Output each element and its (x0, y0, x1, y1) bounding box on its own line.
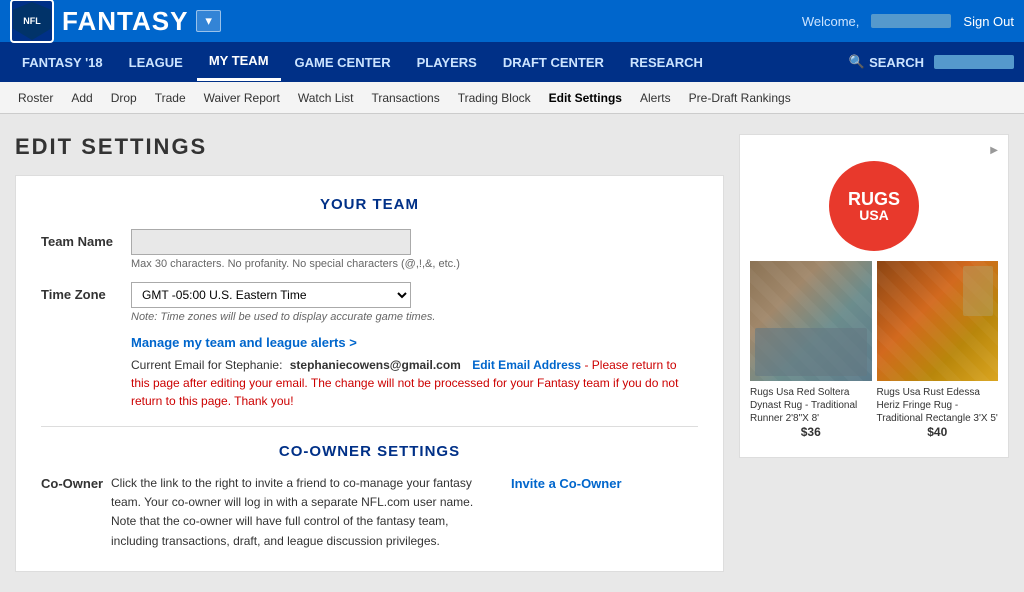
sub-nav-edit-settings[interactable]: Edit Settings (541, 87, 630, 109)
manage-alerts-link[interactable]: Manage my team and league alerts > (131, 335, 357, 350)
sign-out-link[interactable]: Sign Out (963, 14, 1014, 29)
nav-bar: FANTASY '18 LEAGUE MY TEAM GAME CENTER P… (0, 42, 1024, 82)
nav-item-draftcenter[interactable]: DRAFT CENTER (491, 45, 616, 80)
nav-item-myteam[interactable]: MY TEAM (197, 43, 281, 81)
settings-card: YOUR TEAM Team Name Max 30 characters. N… (15, 175, 724, 572)
ad-img-2-price: $40 (877, 425, 999, 439)
ad-item-1[interactable]: Rugs Usa Red Soltera Dynast Rug - Tradit… (750, 261, 872, 439)
co-owner-title: CO-OWNER SETTINGS (41, 443, 698, 460)
ad-img-1-price: $36 (750, 425, 872, 439)
sub-nav-add[interactable]: Add (63, 87, 100, 109)
main-content: EDIT SETTINGS YOUR TEAM Team Name Max 30… (0, 114, 1024, 592)
sub-nav-drop[interactable]: Drop (103, 87, 145, 109)
fantasy-title: FANTASY (62, 6, 188, 37)
nfl-logo[interactable]: NFL (10, 0, 54, 43)
team-name-input[interactable] (131, 229, 411, 255)
sub-nav-pre-draft[interactable]: Pre-Draft Rankings (681, 87, 799, 109)
ad-img-2 (877, 261, 999, 381)
top-bar: NFL FANTASY ▾ Welcome, Sign Out (0, 0, 1024, 42)
nav-item-league[interactable]: LEAGUE (117, 45, 195, 80)
nav-item-fantasy18[interactable]: FANTASY '18 (10, 45, 115, 80)
search-area[interactable]: 🔍 SEARCH (849, 54, 924, 70)
ad-item-2[interactable]: Rugs Usa Rust Edessa Heriz Fringe Rug - … (877, 261, 999, 439)
email-row: Current Email for Stephanie: stephanieco… (131, 356, 698, 410)
sidebar-ad: ▶ RUGS USA Rugs Usa Red Soltera Dynast R… (739, 134, 1009, 572)
email-label: Current Email for Stephanie: (131, 358, 282, 372)
welcome-text: Welcome, (802, 14, 860, 29)
ad-images: Rugs Usa Red Soltera Dynast Rug - Tradit… (750, 261, 998, 439)
co-owner-label: Co-Owner (41, 474, 111, 551)
co-owner-left: Co-Owner Click the link to the right to … (41, 474, 491, 551)
nav-avatar (934, 55, 1014, 69)
timezone-row: Time Zone GMT -05:00 U.S. Eastern Time N… (41, 282, 698, 323)
sub-nav-roster[interactable]: Roster (10, 87, 61, 109)
nfl-shield-icon: NFL (13, 2, 51, 40)
edit-email-link[interactable]: Edit Email Address (472, 358, 581, 372)
ad-container: ▶ RUGS USA Rugs Usa Red Soltera Dynast R… (739, 134, 1009, 458)
usa-text: USA (859, 208, 889, 222)
ad-indicator: ▶ (750, 145, 998, 156)
co-owner-text: Click the link to the right to invite a … (111, 474, 491, 551)
team-name-hint: Max 30 characters. No profanity. No spec… (131, 258, 698, 270)
ad-img-2-caption: Rugs Usa Rust Edessa Heriz Fringe Rug - … (877, 386, 999, 425)
timezone-select[interactable]: GMT -05:00 U.S. Eastern Time (131, 282, 411, 308)
content-left: EDIT SETTINGS YOUR TEAM Team Name Max 30… (15, 134, 724, 572)
email-address: stephaniecowens@gmail.com (290, 358, 461, 372)
team-name-row: Team Name Max 30 characters. No profanit… (41, 229, 698, 270)
nav-item-players[interactable]: PLAYERS (405, 45, 489, 80)
timezone-label: Time Zone (41, 282, 131, 302)
sub-nav-waiver-report[interactable]: Waiver Report (196, 87, 288, 109)
sub-nav-trade[interactable]: Trade (147, 87, 194, 109)
invite-co-owner-link[interactable]: Invite a Co-Owner (511, 474, 622, 491)
team-name-field: Max 30 characters. No profanity. No spec… (131, 229, 698, 270)
ad-img-1 (750, 261, 872, 381)
page-title: EDIT SETTINGS (15, 134, 724, 160)
timezone-hint: Note: Time zones will be used to display… (131, 311, 698, 323)
top-bar-right: Welcome, Sign Out (802, 14, 1014, 29)
sub-nav: Roster Add Drop Trade Waiver Report Watc… (0, 82, 1024, 114)
nav-item-gamecenter[interactable]: GAME CENTER (283, 45, 403, 80)
nav-right: 🔍 SEARCH (849, 54, 1014, 70)
rugs-usa-logo: RUGS USA (829, 161, 919, 251)
fantasy-dropdown-button[interactable]: ▾ (196, 10, 221, 32)
co-owner-row: Co-Owner Click the link to the right to … (41, 474, 698, 551)
sub-nav-transactions[interactable]: Transactions (363, 87, 447, 109)
search-icon: 🔍 (849, 54, 865, 70)
top-bar-left: NFL FANTASY ▾ (10, 0, 221, 43)
sub-nav-watch-list[interactable]: Watch List (290, 87, 362, 109)
nav-item-research[interactable]: RESEARCH (618, 45, 715, 80)
ad-logo[interactable]: RUGS USA (750, 161, 998, 251)
your-team-title: YOUR TEAM (41, 196, 698, 213)
sub-nav-alerts[interactable]: Alerts (632, 87, 679, 109)
username-display (871, 14, 951, 28)
nav-links: FANTASY '18 LEAGUE MY TEAM GAME CENTER P… (10, 43, 715, 81)
section-divider (41, 426, 698, 427)
team-name-label: Team Name (41, 229, 131, 249)
rugs-text: RUGS (848, 190, 900, 208)
search-label: SEARCH (869, 55, 924, 70)
timezone-field: GMT -05:00 U.S. Eastern Time Note: Time … (131, 282, 698, 323)
ad-img-1-caption: Rugs Usa Red Soltera Dynast Rug - Tradit… (750, 386, 872, 425)
sub-nav-trading-block[interactable]: Trading Block (450, 87, 539, 109)
